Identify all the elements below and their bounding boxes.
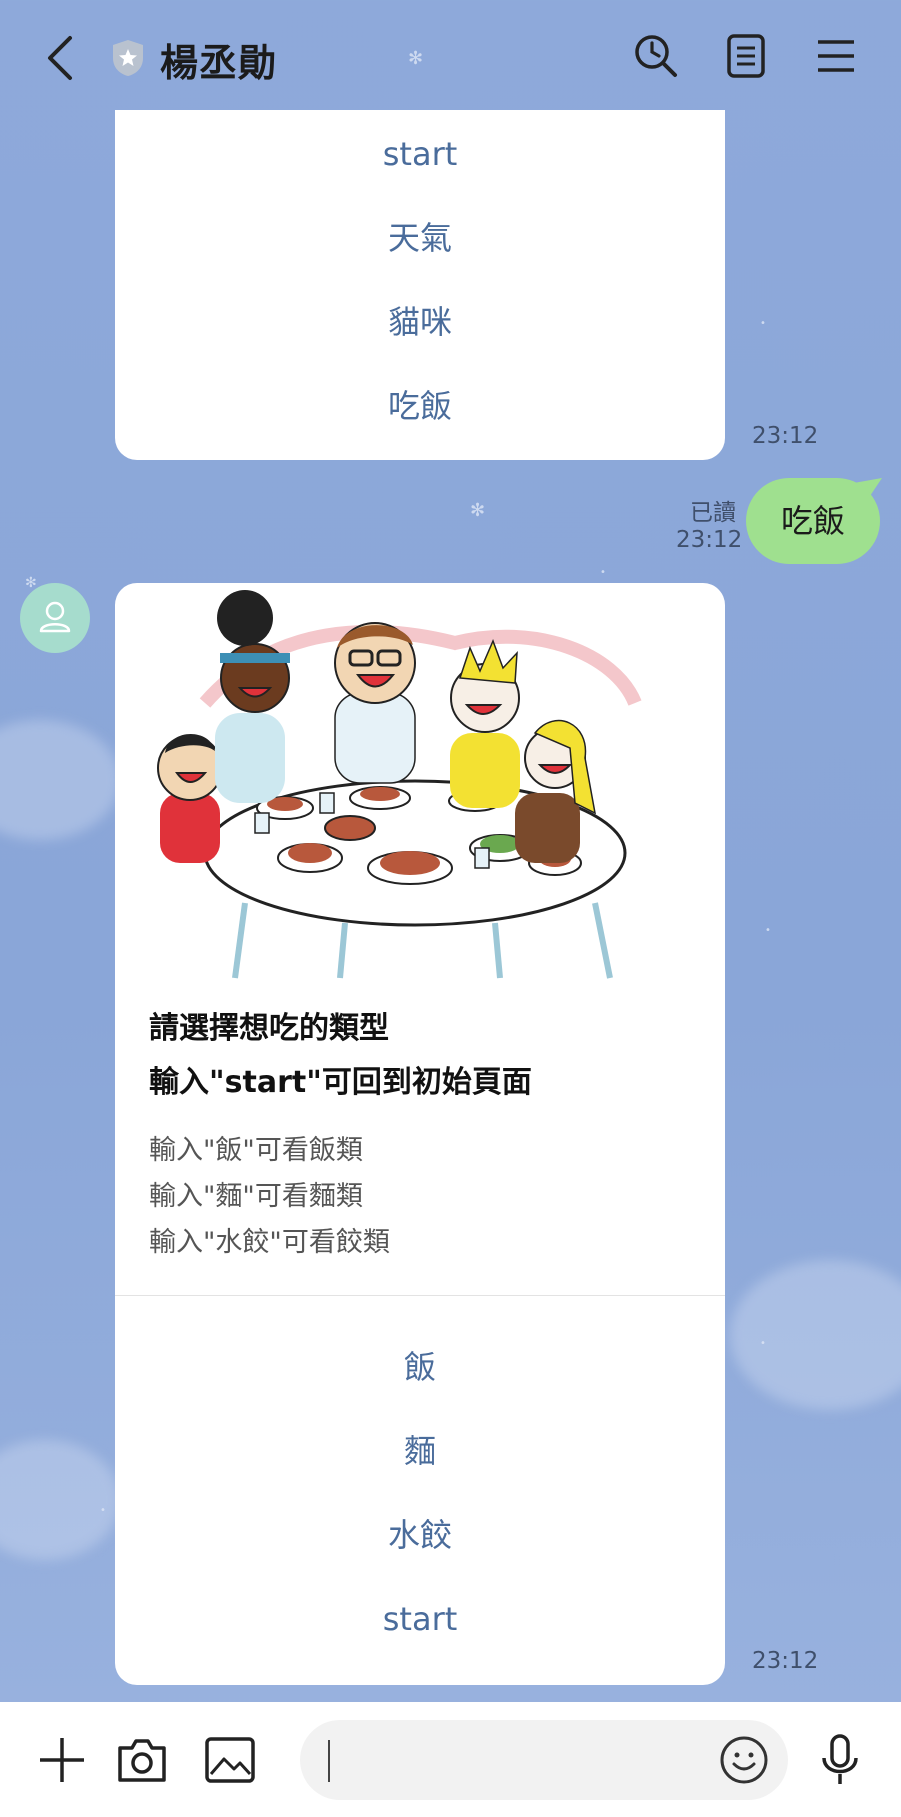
bot-avatar[interactable]	[20, 583, 90, 653]
card-instruction: 輸入"飯"可看飯類	[149, 1135, 363, 1166]
option-start[interactable]: start	[115, 1577, 725, 1661]
image-icon[interactable]	[202, 1732, 258, 1788]
option-dumplings[interactable]: 水餃	[115, 1493, 725, 1577]
food-type-card: 請選擇想吃的類型 輸入"start"可回到初始頁面 輸入"飯"可看飯類 輸入"麵…	[115, 583, 725, 1685]
message-time: 23:12	[752, 423, 819, 449]
option-weather[interactable]: 天氣	[115, 196, 725, 280]
quick-menu-card: start 天氣 貓咪 吃飯	[115, 110, 725, 460]
message-input-bar	[0, 1702, 901, 1817]
menu-icon[interactable]	[812, 32, 860, 80]
emoji-icon[interactable]	[718, 1734, 770, 1786]
shield-badge-icon	[110, 38, 146, 78]
option-eat[interactable]: 吃飯	[115, 364, 725, 448]
card-instruction: 輸入"麵"可看麵類	[149, 1181, 363, 1212]
back-arrow-icon[interactable]	[40, 30, 84, 86]
option-noodles[interactable]: 麵	[115, 1409, 725, 1493]
option-rice[interactable]: 飯	[115, 1325, 725, 1409]
chat-header: 楊丞勛	[0, 0, 901, 118]
read-status: 已讀	[690, 500, 736, 526]
message-input[interactable]	[300, 1720, 788, 1800]
card-divider	[115, 1295, 725, 1296]
card-title-line1: 請選擇想吃的類型	[149, 1011, 389, 1046]
option-start[interactable]: start	[115, 112, 725, 196]
user-icon	[39, 601, 71, 633]
search-history-icon[interactable]	[632, 32, 680, 80]
microphone-icon[interactable]	[812, 1732, 868, 1788]
chat-title: 楊丞勛	[160, 41, 278, 85]
notes-icon[interactable]	[722, 32, 770, 80]
food-options: 飯 麵 水餃 start	[115, 1325, 725, 1661]
message-time: 23:12	[752, 1648, 819, 1674]
plus-icon[interactable]	[34, 1732, 90, 1788]
dinner-party-illustration	[157, 590, 642, 979]
option-cat[interactable]: 貓咪	[115, 280, 725, 364]
sent-message-text: 吃飯	[780, 502, 845, 540]
card-title-line2: 輸入"start"可回到初始頁面	[149, 1065, 532, 1100]
text-caret	[328, 1740, 330, 1782]
message-time: 23:12	[676, 527, 743, 553]
camera-icon[interactable]	[114, 1732, 170, 1788]
card-instruction: 輸入"水餃"可看餃類	[149, 1227, 390, 1258]
